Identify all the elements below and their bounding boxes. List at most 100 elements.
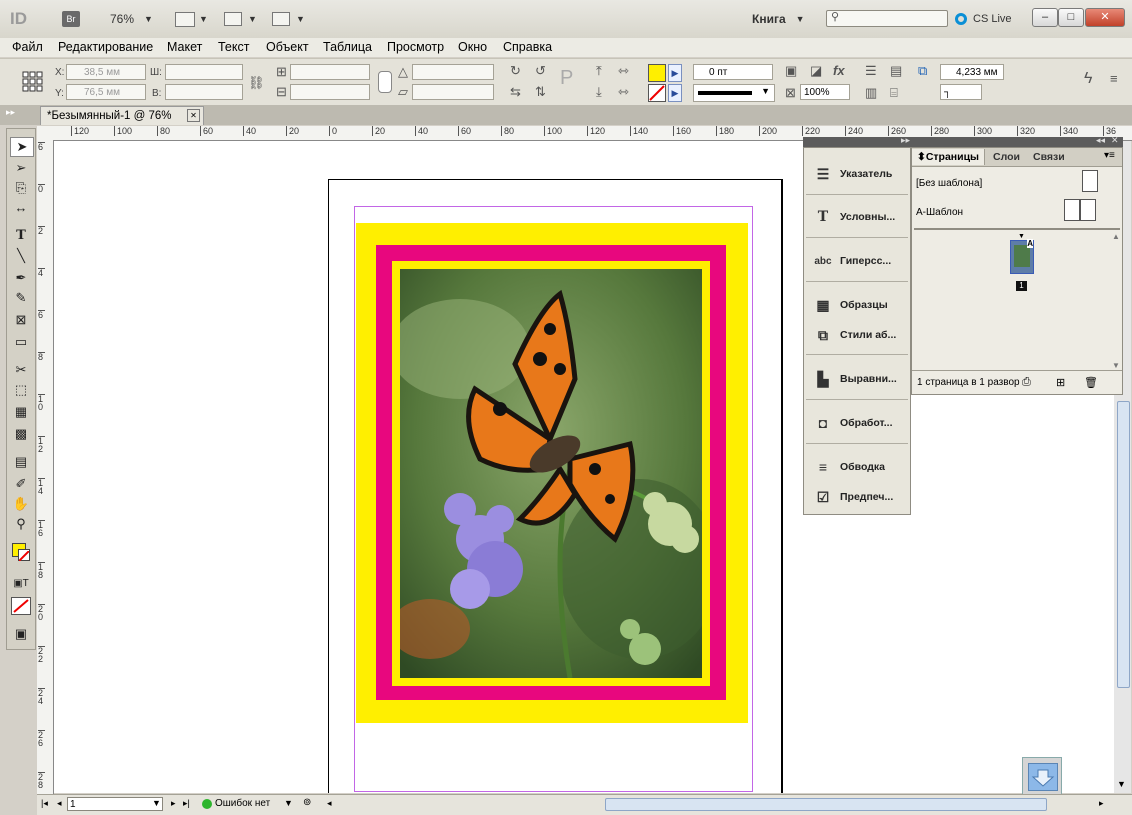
stroke-dropdown[interactable]: ▶ [668, 84, 682, 102]
rotate-cw-icon[interactable]: ↻ [510, 64, 521, 78]
select-next-icon[interactable]: ⇿ [618, 85, 629, 99]
panel-dock-header[interactable]: ▸▸ ◂◂ ✕ [803, 135, 1123, 147]
text-wrap-jump-icon[interactable]: ⌸ [890, 86, 898, 100]
x-field[interactable]: 38,5 мм [66, 64, 146, 80]
close-panels-icon[interactable]: ✕ [1111, 135, 1119, 146]
zoom-tool-icon[interactable]: ⚲ [10, 515, 32, 533]
fill-dropdown[interactable]: ▶ [668, 64, 682, 82]
scale-x-field[interactable] [290, 64, 370, 80]
open-preflight-icon[interactable]: ⊚ [303, 797, 311, 808]
panel-menu-icon[interactable]: ≡ [1110, 72, 1118, 86]
no-master-thumbnail[interactable] [1082, 170, 1098, 192]
no-master-label[interactable]: [Без шаблона] [916, 178, 982, 189]
page-1-thumbnail[interactable]: A [1010, 239, 1034, 274]
gradient-feather-tool-icon[interactable]: ▩ [10, 425, 32, 443]
master-a-left-thumbnail[interactable] [1064, 199, 1080, 221]
tab-layers[interactable]: Слои [988, 149, 1025, 165]
panel-align[interactable]: ▙ Выравни... [804, 365, 910, 393]
edit-page-size-icon[interactable]: ⎙ [1022, 376, 1031, 389]
preflight-status-text[interactable]: Ошибок нет [215, 798, 270, 809]
close-button[interactable]: ✕ [1085, 8, 1125, 27]
panel-preflight[interactable]: ☑ Предпеч... [804, 483, 910, 511]
constrain-proportions-icon[interactable]: ⛓ [248, 76, 265, 90]
scroll-down-icon[interactable]: ▼ [1112, 361, 1120, 370]
menu-type[interactable]: Текст [218, 40, 249, 54]
gap-tool-icon[interactable]: ↔ [10, 199, 32, 217]
vertical-ruler[interactable]: 6 0 2 4 6 8 1 0 1 2 1 4 1 6 1 8 2 0 2 2 2 4 2 6 2 8 [37, 140, 54, 794]
corner-shape-select[interactable]: ┐ [940, 84, 982, 100]
collapse-panels-icon[interactable]: ◂◂ [1096, 135, 1105, 146]
text-wrap-box-icon[interactable]: ▤ [890, 64, 902, 78]
chevron-down-icon[interactable]: ▼ [152, 798, 161, 808]
type-tool-icon[interactable]: T [10, 227, 32, 245]
navigator-button[interactable] [1022, 757, 1062, 795]
new-page-icon[interactable]: ⊞ [1056, 376, 1065, 389]
search-field[interactable]: ⚲ [826, 10, 948, 27]
offset-field[interactable]: 4,233 мм [940, 64, 1004, 80]
arrange-documents-button[interactable]: ▼ [272, 8, 305, 30]
scroll-right-icon[interactable]: ▸ [1099, 798, 1104, 809]
effects-icon[interactable]: ▣ [785, 64, 797, 78]
stroke-color-icon[interactable] [18, 549, 30, 562]
minimize-button[interactable]: – [1032, 8, 1058, 27]
horizontal-scroll-thumb[interactable] [605, 798, 1047, 811]
document-tab[interactable]: *Безымянный-1 @ 76% ✕ [40, 106, 204, 125]
previous-page-icon[interactable]: ◂ [57, 798, 62, 809]
menu-table[interactable]: Таблица [323, 40, 372, 54]
master-a-right-thumbnail[interactable] [1080, 199, 1096, 221]
pen-tool-icon[interactable]: ✒ [10, 269, 32, 287]
panel-menu-icon[interactable]: ▾≡ [1104, 150, 1115, 161]
page-tool-icon[interactable]: ⎘ [10, 179, 32, 197]
panel-hyperlinks[interactable]: abc Гиперсс... [804, 247, 910, 275]
scroll-up-icon[interactable]: ▲ [1112, 232, 1120, 241]
apply-none-icon[interactable] [11, 597, 31, 615]
flip-horizontal-icon[interactable]: ⇆ [510, 85, 521, 99]
tab-pages[interactable]: ⬍Страницы [912, 149, 986, 165]
note-tool-icon[interactable]: ▤ [10, 453, 32, 471]
fx-icon[interactable]: fx [833, 64, 845, 78]
reference-point-icon[interactable] [22, 71, 44, 93]
text-wrap-none-icon[interactable]: ☰ [865, 64, 877, 78]
zoom-dropdown[interactable]: 76% ▼ [110, 8, 153, 30]
workspace-switcher[interactable]: Книга ▼ [752, 8, 805, 30]
delete-page-icon[interactable]: 🗑 [1084, 376, 1098, 389]
y-field[interactable]: 76,5 мм [66, 84, 146, 100]
first-page-icon[interactable]: |◂ [41, 798, 48, 809]
selection-tool-icon[interactable]: ➤ [10, 137, 34, 157]
rectangle-frame-tool-icon[interactable]: ⊠ [10, 311, 32, 329]
direct-selection-tool-icon[interactable]: ➢ [10, 159, 32, 177]
panel-conditional-text[interactable]: T Условны... [804, 203, 910, 231]
close-tab-icon[interactable]: ✕ [187, 109, 200, 122]
screen-mode-icon[interactable]: ▣ [10, 625, 32, 643]
line-tool-icon[interactable]: ╲ [10, 247, 32, 265]
expand-toolbox-icon[interactable]: ▸▸ [6, 107, 15, 118]
bridge-button[interactable]: Br [62, 8, 80, 30]
chevron-down-icon[interactable]: ▼ [284, 798, 293, 808]
menu-window[interactable]: Окно [458, 40, 487, 54]
menu-view[interactable]: Просмотр [387, 40, 444, 54]
maximize-button[interactable]: □ [1058, 8, 1084, 27]
last-page-icon[interactable]: ▸| [183, 798, 190, 809]
select-previous-icon[interactable]: ⇿ [618, 64, 629, 78]
scroll-down-icon[interactable]: ▼ [1117, 779, 1126, 789]
panel-stroke[interactable]: ≡ Обводка [804, 453, 910, 481]
screen-mode-button[interactable]: ▼ [224, 8, 257, 30]
stroke-swatch[interactable] [648, 84, 666, 102]
select-content-icon[interactable]: ⤓ [596, 85, 602, 99]
rotate-field[interactable] [412, 64, 494, 80]
height-field[interactable] [165, 84, 243, 100]
butterfly-photo[interactable] [400, 269, 702, 678]
select-container-icon[interactable]: ⤒ [596, 64, 602, 78]
menu-file[interactable]: Файл [12, 40, 43, 54]
link-icon[interactable] [378, 71, 392, 93]
lightning-icon[interactable]: ϟ [1084, 71, 1092, 87]
free-transform-tool-icon[interactable]: ⬚ [10, 381, 32, 399]
next-page-icon[interactable]: ▸ [171, 798, 176, 809]
rotate-ccw-icon[interactable]: ↺ [535, 64, 546, 78]
menu-object[interactable]: Объект [266, 40, 309, 54]
vertical-scroll-thumb[interactable] [1117, 401, 1130, 688]
panel-index[interactable]: ☰ Указатель [804, 160, 910, 188]
panel-swatches[interactable]: ▦ Образцы [804, 291, 910, 319]
hand-tool-icon[interactable]: ✋ [10, 495, 32, 513]
text-wrap-object-icon[interactable]: ▥ [865, 86, 877, 100]
